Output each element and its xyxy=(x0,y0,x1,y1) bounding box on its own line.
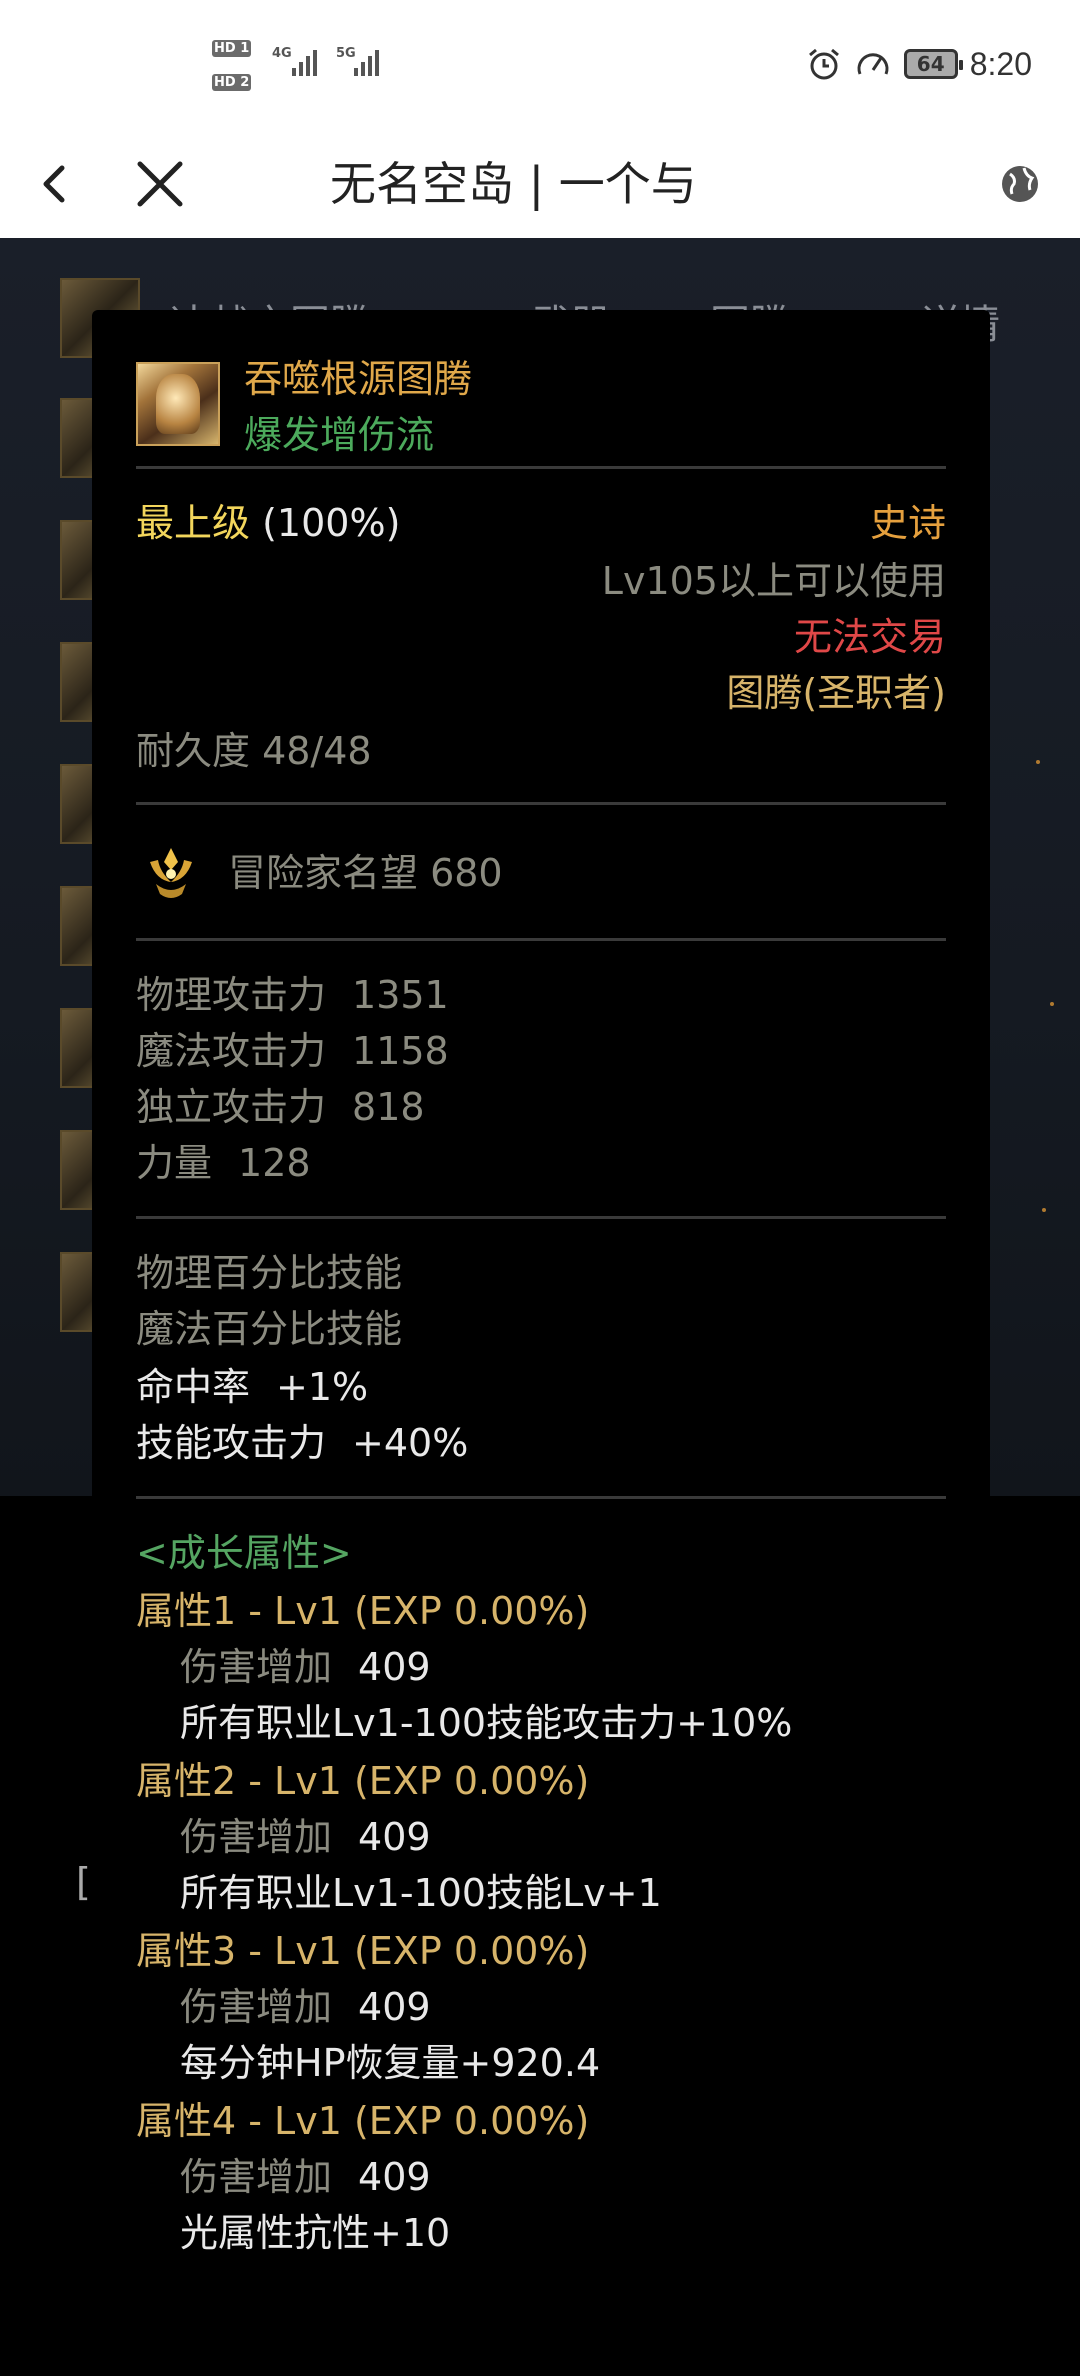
bonus-value: +40% xyxy=(352,1421,469,1465)
stat-value: 128 xyxy=(238,1141,311,1185)
item-name: 吞噬根源图腾 xyxy=(244,357,473,401)
stat-row: 魔法攻击力 1158 xyxy=(136,1024,449,1078)
skill-line: 魔法百分比技能 xyxy=(136,1307,403,1351)
stat-label: 力量 xyxy=(136,1141,213,1185)
stat-value: 818 xyxy=(352,1085,425,1129)
item-type: 图腾(圣职者) xyxy=(726,671,946,715)
growth-effect: 所有职业Lv1-100技能攻击力+10% xyxy=(180,1701,793,1745)
sim2-badge: HD 2 xyxy=(212,74,252,91)
growth-effect: 光属性抗性+10 xyxy=(180,2211,451,2255)
stat-value: 1158 xyxy=(352,1029,449,1073)
growth-title: <成长属性> xyxy=(136,1531,352,1575)
fame-icon xyxy=(150,848,192,898)
level-requirement: Lv105以上可以使用 xyxy=(601,559,946,603)
item-subname: 爆发增伤流 xyxy=(244,413,435,457)
growth-damage-row: 伤害增加 409 xyxy=(180,2150,431,2204)
growth-header: 属性4 - Lv1 (EXP 0.00%) xyxy=(136,2099,590,2143)
speed-icon xyxy=(857,53,889,75)
stat-row: 物理攻击力 1351 xyxy=(136,968,449,1022)
item-icon xyxy=(136,362,220,446)
network-type-2: 5G xyxy=(336,46,356,61)
growth-damage-row: 伤害增加 409 xyxy=(180,1640,431,1694)
stat-label: 独立攻击力 xyxy=(136,1085,327,1129)
growth-damage-label: 伤害增加 xyxy=(180,1645,333,1689)
growth-effect: 每分钟HP恢复量+920.4 xyxy=(180,2041,601,2085)
background-sparkle xyxy=(1042,1208,1046,1212)
divider xyxy=(136,466,946,469)
trade-status: 无法交易 xyxy=(793,615,946,659)
stat-row: 力量 128 xyxy=(136,1136,311,1190)
bonus-value: +1% xyxy=(276,1365,369,1409)
stat-value: 1351 xyxy=(352,973,449,1017)
network-type-1: 4G xyxy=(272,46,292,61)
navigation-bar: 无名空岛 | 一个与 xyxy=(0,130,1080,238)
divider xyxy=(136,938,946,941)
divider xyxy=(136,1216,946,1219)
stat-label: 物理攻击力 xyxy=(136,973,327,1017)
bonus-row: 技能攻击力 +40% xyxy=(136,1416,468,1470)
divider xyxy=(136,802,946,805)
growth-damage-value: 409 xyxy=(358,1985,431,2029)
globe-icon[interactable] xyxy=(990,154,1050,214)
stat-label: 魔法攻击力 xyxy=(136,1029,327,1073)
signal-bars-1-icon xyxy=(292,50,317,76)
growth-damage-label: 伤害增加 xyxy=(180,2155,333,2199)
grade-percent: (100%) xyxy=(262,501,401,545)
back-arrow-icon[interactable] xyxy=(28,154,88,214)
close-icon[interactable] xyxy=(128,152,192,216)
status-bar: HD 1 HD 2 4G 5G 64 8:20 xyxy=(0,0,1080,130)
page-title: 无名空岛 | 一个与 xyxy=(330,157,697,211)
signal-bars-2-icon xyxy=(354,50,379,76)
growth-header: 属性2 - Lv1 (EXP 0.00%) xyxy=(136,1759,590,1803)
item-tooltip: 吞噬根源图腾 爆发增伤流 最上级 (100%) 史诗 Lv105以上可以使用 无… xyxy=(92,310,990,2376)
growth-damage-value: 409 xyxy=(358,2155,431,2199)
fame-value: 冒险家名望 680 xyxy=(228,851,503,895)
stat-row: 独立攻击力 818 xyxy=(136,1080,425,1134)
bonus-label: 技能攻击力 xyxy=(136,1421,327,1465)
background-bracket: [ xyxy=(76,1860,91,1904)
bonus-label: 命中率 xyxy=(136,1365,251,1409)
alarm-icon xyxy=(808,48,839,80)
growth-damage-value: 409 xyxy=(358,1815,431,1859)
growth-header: 属性1 - Lv1 (EXP 0.00%) xyxy=(136,1589,590,1633)
growth-damage-value: 409 xyxy=(358,1645,431,1689)
growth-damage-label: 伤害增加 xyxy=(180,1985,333,2029)
battery-icon: 64 xyxy=(903,49,963,79)
growth-header: 属性3 - Lv1 (EXP 0.00%) xyxy=(136,1929,590,1973)
bonus-row: 命中率 +1% xyxy=(136,1360,368,1414)
grade-label: 最上级 xyxy=(136,501,251,545)
clock: 8:20 xyxy=(969,45,1032,82)
signal-indicators: HD 1 HD 2 4G 5G xyxy=(212,40,382,96)
skill-line: 物理百分比技能 xyxy=(136,1251,403,1295)
sim1-badge: HD 1 xyxy=(212,40,252,57)
grade-line: 最上级 (100%) xyxy=(136,496,400,550)
growth-damage-row: 伤害增加 409 xyxy=(180,1980,431,2034)
growth-damage-label: 伤害增加 xyxy=(180,1815,333,1859)
durability: 耐久度 48/48 xyxy=(136,729,372,773)
growth-effect: 所有职业Lv1-100技能Lv+1 xyxy=(180,1871,662,1915)
rarity: 史诗 xyxy=(869,501,946,545)
background-sparkle xyxy=(1036,760,1040,764)
growth-damage-row: 伤害增加 409 xyxy=(180,1810,431,1864)
background-sparkle xyxy=(1050,1002,1054,1006)
divider xyxy=(136,1496,946,1499)
